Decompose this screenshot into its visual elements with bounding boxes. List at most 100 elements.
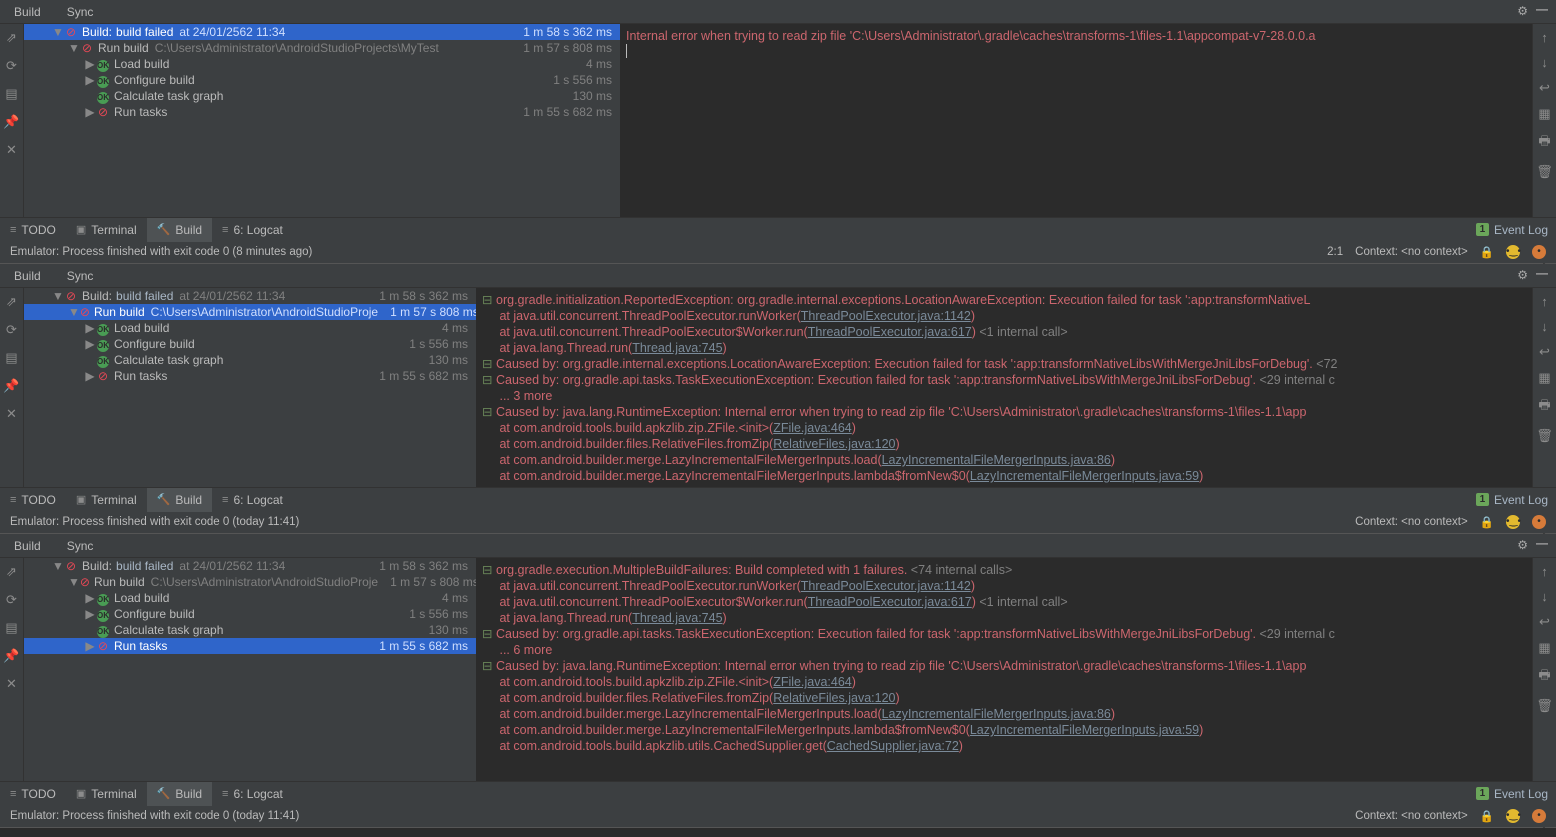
tree-row[interactable]: ▶⊘Run tasks1 m 55 s 682 ms — [24, 368, 476, 384]
tree-row[interactable]: ▼⊘Build:build failedat 24/01/2562 11:341… — [24, 24, 620, 40]
pin-icon[interactable]: 📌 — [3, 378, 19, 394]
fold-icon[interactable]: ⊟ — [482, 658, 492, 674]
sad-face-icon[interactable]: •︵• — [1532, 515, 1546, 529]
expand-arrow-icon[interactable]: ▶ — [84, 591, 96, 605]
tab-terminal[interactable]: ▣Terminal — [66, 782, 147, 806]
tree-row[interactable]: ▶OKLoad build4 ms — [24, 590, 476, 606]
build-tree[interactable]: ▼⊘Build:build failedat 24/01/2562 11:341… — [24, 558, 476, 781]
stacktrace-link[interactable]: ZFile.java:464 — [773, 675, 852, 689]
fold-icon[interactable]: ⊟ — [482, 372, 492, 388]
down-arrow-icon[interactable]: ↓ — [1541, 55, 1548, 70]
tree-row[interactable]: ▼⊘Run buildC:\Users\Administrator\Androi… — [24, 304, 476, 320]
tree-row[interactable]: ▼⊘Build:build failedat 24/01/2562 11:341… — [24, 558, 476, 574]
layout-icon[interactable]: ▦ — [1538, 640, 1550, 656]
wrap-icon[interactable]: ↩ — [1539, 344, 1550, 360]
tree-row[interactable]: ▼⊘Build:build failedat 24/01/2562 11:341… — [24, 288, 476, 304]
stacktrace-link[interactable]: Thread.java:745 — [632, 611, 722, 625]
happy-face-icon[interactable]: •‿• — [1506, 809, 1520, 823]
stack-icon[interactable]: ▤ — [5, 350, 17, 366]
tab-sync[interactable]: Sync — [63, 265, 98, 287]
stacktrace-link[interactable]: LazyIncrementalFileMergerInputs.java:59 — [970, 723, 1199, 737]
expand-arrow-icon[interactable]: ▼ — [52, 559, 64, 573]
tab-build[interactable]: Build — [10, 1, 45, 23]
stacktrace-link[interactable]: RelativeFiles.java:120 — [773, 437, 895, 451]
event-log-button[interactable]: 1Event Log — [1476, 493, 1548, 507]
up-arrow-icon[interactable]: ↑ — [1541, 30, 1548, 45]
pin-icon[interactable]: 📌 — [3, 114, 19, 130]
layout-icon[interactable]: ▦ — [1538, 106, 1550, 122]
tab-build-bottom[interactable]: 🔨Build — [147, 782, 212, 806]
up-arrow-icon[interactable]: ↑ — [1541, 294, 1548, 309]
fold-icon[interactable]: ⊟ — [482, 562, 492, 578]
stacktrace-link[interactable]: ThreadPoolExecutor.java:1142 — [801, 579, 971, 593]
tree-row[interactable]: OKCalculate task graph130 ms — [24, 352, 476, 368]
tab-sync[interactable]: Sync — [63, 535, 98, 557]
minimize-icon[interactable]: — — [1536, 2, 1548, 16]
gear-icon[interactable]: ⚙ — [1517, 4, 1528, 18]
tab-logcat[interactable]: ≡6: Logcat — [212, 782, 293, 806]
tree-row[interactable]: ▼⊘Run buildC:\Users\Administrator\Androi… — [24, 574, 476, 590]
build-tree[interactable]: ▼⊘Build:build failedat 24/01/2562 11:341… — [24, 24, 620, 217]
expand-arrow-icon[interactable]: ▶ — [84, 607, 96, 621]
tab-build[interactable]: Build — [10, 535, 45, 557]
stacktrace-link[interactable]: LazyIncrementalFileMergerInputs.java:86 — [882, 453, 1111, 467]
hammer-icon[interactable]: ⇗ — [6, 30, 17, 46]
tree-row[interactable]: ▶OKLoad build4 ms — [24, 56, 620, 72]
console-output[interactable]: ⊟org.gradle.initialization.ReportedExcep… — [476, 288, 1532, 487]
tree-row[interactable]: OKCalculate task graph130 ms — [24, 88, 620, 104]
up-arrow-icon[interactable]: ↑ — [1541, 564, 1548, 579]
tree-row[interactable]: ▶OKLoad build4 ms — [24, 320, 476, 336]
tab-terminal[interactable]: ▣Terminal — [66, 218, 147, 242]
event-log-button[interactable]: 1Event Log — [1476, 787, 1548, 801]
console-output[interactable]: Internal error when trying to read zip f… — [620, 24, 1532, 217]
minimize-icon[interactable]: — — [1536, 266, 1548, 280]
stacktrace-link[interactable]: ThreadPoolExecutor.java:617 — [808, 325, 972, 339]
down-arrow-icon[interactable]: ↓ — [1541, 589, 1548, 604]
tree-row[interactable]: OKCalculate task graph130 ms — [24, 622, 476, 638]
close-icon[interactable]: ✕ — [6, 142, 17, 158]
tab-logcat[interactable]: ≡6: Logcat — [212, 488, 293, 512]
print-icon[interactable]: 🖶 — [1538, 666, 1550, 688]
happy-face-icon[interactable]: •‿• — [1506, 515, 1520, 529]
tab-build-bottom[interactable]: 🔨Build — [147, 218, 212, 242]
expand-arrow-icon[interactable]: ▶ — [84, 321, 96, 335]
tree-row[interactable]: ▶OKConfigure build1 s 556 ms — [24, 336, 476, 352]
expand-arrow-icon[interactable]: ▼ — [52, 289, 64, 303]
stacktrace-link[interactable]: LazyIncrementalFileMergerInputs.java:86 — [882, 707, 1111, 721]
sad-face-icon[interactable]: •︵• — [1532, 809, 1546, 823]
stack-icon[interactable]: ▤ — [5, 620, 17, 636]
pin-icon[interactable]: 📌 — [3, 648, 19, 664]
hammer-icon[interactable]: ⇗ — [6, 564, 17, 580]
expand-arrow-icon[interactable]: ▶ — [84, 57, 96, 71]
tree-row[interactable]: ▶⊘Run tasks1 m 55 s 682 ms — [24, 104, 620, 120]
lock-icon[interactable]: 🔒 — [1480, 245, 1494, 259]
tree-row[interactable]: ▶OKConfigure build1 s 556 ms — [24, 72, 620, 88]
sync-icon[interactable]: ⟳ — [6, 322, 17, 338]
event-log-button[interactable]: 1Event Log — [1476, 223, 1548, 237]
fold-icon[interactable]: ⊟ — [482, 404, 492, 420]
stacktrace-link[interactable]: Thread.java:745 — [632, 341, 722, 355]
gear-icon[interactable]: ⚙ — [1517, 268, 1528, 282]
down-arrow-icon[interactable]: ↓ — [1541, 319, 1548, 334]
expand-arrow-icon[interactable]: ▶ — [84, 105, 96, 119]
close-icon[interactable]: ✕ — [6, 406, 17, 422]
tree-row[interactable]: ▼⊘Run buildC:\Users\Administrator\Androi… — [24, 40, 620, 56]
sync-icon[interactable]: ⟳ — [6, 58, 17, 74]
build-tree[interactable]: ▼⊘Build:build failedat 24/01/2562 11:341… — [24, 288, 476, 487]
trash-icon[interactable]: 🗑 — [1536, 698, 1553, 714]
wrap-icon[interactable]: ↩ — [1539, 614, 1550, 630]
stacktrace-link[interactable]: LazyIncrementalFileMergerInputs.java:59 — [970, 469, 1199, 483]
wrap-icon[interactable]: ↩ — [1539, 80, 1550, 96]
tab-todo[interactable]: ≡TODO — [0, 488, 66, 512]
lock-icon[interactable]: 🔒 — [1480, 515, 1494, 529]
tab-todo[interactable]: ≡TODO — [0, 782, 66, 806]
sync-icon[interactable]: ⟳ — [6, 592, 17, 608]
expand-arrow-icon[interactable]: ▼ — [68, 305, 80, 319]
stack-icon[interactable]: ▤ — [5, 86, 17, 102]
hammer-icon[interactable]: ⇗ — [6, 294, 17, 310]
expand-arrow-icon[interactable]: ▶ — [84, 639, 96, 653]
minimize-icon[interactable]: — — [1536, 536, 1548, 550]
fold-icon[interactable]: ⊟ — [482, 292, 492, 308]
expand-arrow-icon[interactable]: ▼ — [68, 41, 80, 55]
tree-row[interactable]: ▶OKConfigure build1 s 556 ms — [24, 606, 476, 622]
